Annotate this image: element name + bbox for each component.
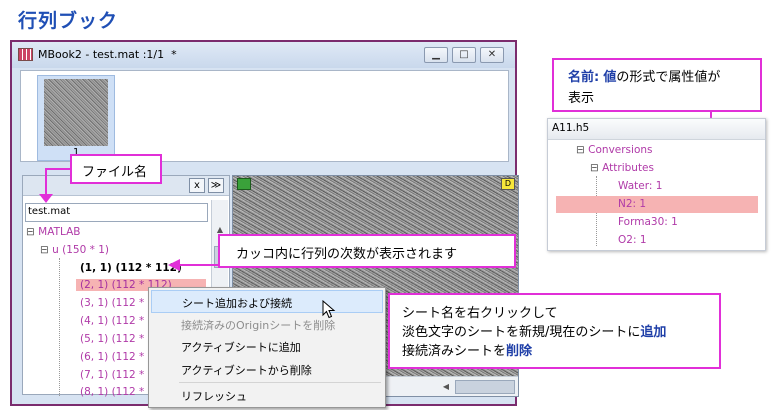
thumbnail-image bbox=[44, 79, 108, 146]
tree-node-conversions[interactable]: ⊟ Conversions bbox=[576, 144, 653, 156]
callout-text: 淡色文字のシートを新規/現在のシートに bbox=[402, 325, 641, 340]
menu-separator bbox=[179, 382, 381, 383]
file-path-field[interactable]: test.mat bbox=[25, 203, 208, 222]
tree-guide-line bbox=[59, 258, 60, 396]
thumbnail-strip: 1 bbox=[20, 70, 509, 162]
callout-text: 接続済みシートを bbox=[402, 344, 507, 359]
close-button[interactable]: ✕ bbox=[480, 47, 504, 63]
menu-item-refresh[interactable]: リフレッシュ bbox=[151, 384, 383, 407]
collapse-icon[interactable]: ⊟ bbox=[40, 244, 49, 256]
callout-name-value: 名前: 値の形式で属性値が 表示 bbox=[552, 58, 762, 112]
attribute-highlight bbox=[556, 196, 758, 213]
matrix-book-icon bbox=[18, 48, 33, 61]
collapse-icon[interactable]: ⊟ bbox=[576, 144, 585, 156]
menu-item-delete-connected[interactable]: 接続済みのOriginシートを削除 bbox=[151, 313, 383, 336]
h5-file-header: A11.h5 bbox=[548, 119, 765, 140]
callout-connector bbox=[178, 264, 218, 266]
sheet-node[interactable]: (1, 1) (112 * 112) bbox=[80, 262, 182, 274]
callout-text: の形式で属性値が bbox=[616, 70, 721, 85]
h5-tree-panel: A11.h5 ⊟ Conversions ⊟ Attributes Water:… bbox=[547, 118, 766, 251]
callout-text: 表示 bbox=[568, 91, 595, 106]
window-titlebar[interactable]: MBook2 - test.mat :1/1 * ▁ □ ✕ bbox=[12, 42, 515, 68]
mouse-cursor-icon bbox=[322, 300, 336, 319]
maximize-button[interactable]: □ bbox=[452, 47, 476, 63]
callout-emphasis: 削除 bbox=[506, 344, 533, 359]
callout-text-line3: 接続済みシートを削除 bbox=[402, 340, 532, 359]
window-title: MBook2 - test.mat :1/1 * bbox=[38, 48, 177, 61]
callout-emphasis: 値 bbox=[603, 70, 617, 85]
arrow-head-icon bbox=[168, 259, 180, 271]
callout-emphasis: 名前: bbox=[568, 70, 600, 85]
tree-node-u[interactable]: ⊟ u (150 * 1) bbox=[40, 244, 109, 256]
callout-matrix-dims: カッコ内に行列の次数が表示されます bbox=[218, 234, 516, 268]
tree-node-label: Conversions bbox=[588, 144, 653, 156]
minimize-button[interactable]: ▁ bbox=[424, 47, 448, 63]
attribute-item-highlighted[interactable]: N2: 1 bbox=[618, 198, 646, 210]
menu-item-add-and-connect[interactable]: シート追加および接続 bbox=[151, 290, 383, 313]
tree-node-attributes[interactable]: ⊟ Attributes bbox=[590, 162, 654, 174]
scroll-left-arrow[interactable]: ◀ bbox=[439, 380, 453, 394]
attribute-item[interactable]: O2: 1 bbox=[618, 234, 647, 246]
callout-text: シート名を右クリックして bbox=[402, 306, 558, 321]
tree-node-label: u (150 * 1) bbox=[52, 244, 109, 256]
callout-text: ファイル名 bbox=[82, 165, 148, 180]
arrow-head-icon bbox=[39, 194, 53, 203]
tree-node-label: MATLAB bbox=[38, 226, 81, 238]
tree-node-matlab[interactable]: ⊟ MATLAB bbox=[26, 226, 80, 238]
panel-close-button[interactable]: x bbox=[189, 178, 205, 193]
attribute-item[interactable]: Forma30: 1 bbox=[618, 216, 678, 228]
thumbnail-selected[interactable]: 1 bbox=[37, 75, 115, 161]
collapse-icon[interactable]: ⊟ bbox=[26, 226, 35, 238]
panel-expand-button[interactable]: ≫ bbox=[208, 178, 224, 193]
callout-emphasis: 追加 bbox=[640, 325, 667, 340]
collapse-icon[interactable]: ⊟ bbox=[590, 162, 599, 174]
horizontal-scroll-thumb[interactable] bbox=[455, 380, 515, 394]
data-mode-icon[interactable]: D bbox=[501, 178, 515, 190]
callout-text: カッコ内に行列の次数が表示されます bbox=[236, 247, 458, 262]
callout-right-click: シート名を右クリックして 淡色文字のシートを新規/現在のシートに追加 接続済みシ… bbox=[388, 293, 721, 369]
callout-text-line1: 名前: 値の形式で属性値が bbox=[568, 66, 720, 85]
callout-file-name: ファイル名 bbox=[70, 154, 162, 184]
tree-node-label: Attributes bbox=[602, 162, 654, 174]
attribute-item[interactable]: Water: 1 bbox=[618, 180, 662, 192]
callout-connector bbox=[45, 168, 71, 170]
context-menu: シート追加および接続 接続済みのOriginシートを削除 アクティブシートに追加… bbox=[148, 287, 386, 408]
page-title: 行列ブック bbox=[18, 10, 119, 32]
menu-item-add-to-active[interactable]: アクティブシートに追加 bbox=[151, 335, 383, 358]
callout-text-line2: 淡色文字のシートを新規/現在のシートに追加 bbox=[402, 321, 666, 340]
menu-item-remove-from-active[interactable]: アクティブシートから削除 bbox=[151, 358, 383, 381]
image-mode-icon[interactable] bbox=[237, 178, 251, 190]
